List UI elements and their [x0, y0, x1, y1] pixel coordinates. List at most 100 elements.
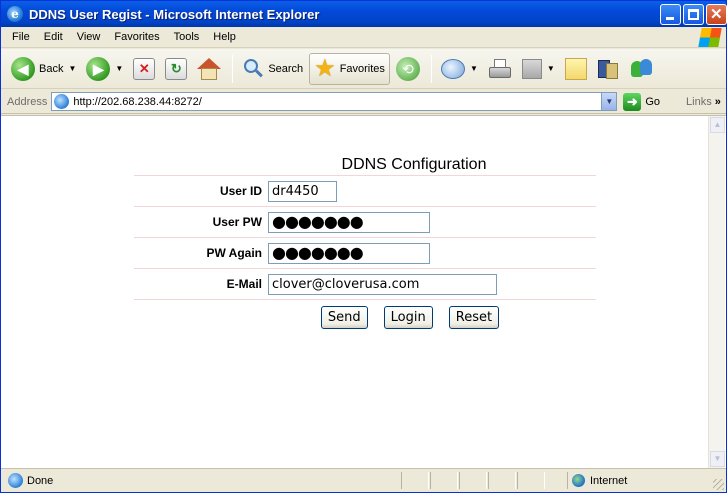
- favorites-button[interactable]: ★ Favorites: [309, 52, 390, 85]
- send-button[interactable]: Send: [320, 306, 368, 329]
- minimize-button[interactable]: [660, 4, 681, 25]
- email-field[interactable]: clover@cloverusa.com: [268, 273, 497, 295]
- home-button[interactable]: [193, 53, 225, 85]
- resize-grip-icon[interactable]: [713, 479, 724, 490]
- user-id-label: User ID: [219, 184, 262, 198]
- status-pane: [488, 472, 516, 489]
- address-input[interactable]: http://202.68.238.44:8272/ ▼: [51, 92, 618, 111]
- search-icon: [242, 58, 264, 80]
- menu-file[interactable]: File: [5, 31, 37, 43]
- title-bar[interactable]: e DDNS User Regist - Microsoft Internet …: [1, 1, 727, 27]
- page-status-icon: [8, 473, 23, 488]
- forward-button[interactable]: ▶ ▼: [82, 53, 127, 85]
- mail-icon: [440, 58, 465, 79]
- page-content: DDNS Configuration User ID dr4450 User P…: [1, 115, 726, 468]
- home-icon: [197, 57, 222, 80]
- status-panes: [401, 472, 546, 489]
- reset-button[interactable]: Reset: [448, 306, 500, 329]
- go-label: Go: [645, 95, 661, 108]
- print-icon: [488, 58, 512, 79]
- history-button[interactable]: ⟲: [392, 53, 424, 85]
- user-id-field[interactable]: dr4450: [268, 180, 337, 202]
- back-arrow-icon: ◀: [11, 56, 35, 81]
- favorites-label: Favorites: [339, 62, 385, 75]
- messenger-button[interactable]: [625, 53, 657, 85]
- address-dropdown-icon[interactable]: ▼: [601, 93, 617, 110]
- star-icon: ★: [314, 54, 336, 82]
- globe-icon: [572, 474, 585, 487]
- search-button[interactable]: Search: [238, 53, 307, 85]
- links-chevron-icon[interactable]: »: [715, 96, 721, 108]
- ie-logo-icon: e: [7, 6, 23, 22]
- maximize-button[interactable]: [683, 4, 704, 25]
- back-label: Back: [39, 62, 64, 75]
- form-buttons: Send Login Reset: [134, 306, 596, 329]
- windows-flag-icon: [698, 28, 722, 47]
- pw-again-field[interactable]: ●●●●●●●: [268, 242, 430, 264]
- toolbar-separator: [430, 54, 432, 83]
- edit-icon: [521, 58, 542, 79]
- refresh-icon: ↻: [165, 57, 188, 80]
- go-arrow-icon: ➜: [623, 92, 642, 111]
- maximize-icon: [688, 9, 699, 20]
- status-bar: Done Internet: [1, 468, 726, 492]
- ddns-form: DDNS Configuration User ID dr4450 User P…: [134, 154, 596, 329]
- scroll-up-icon[interactable]: ▲: [710, 117, 725, 133]
- links-label[interactable]: Links: [686, 96, 712, 108]
- status-pane: [430, 472, 458, 489]
- research-icon: [597, 58, 619, 80]
- zone-text: Internet: [590, 474, 628, 487]
- standard-toolbar: ◀ Back ▼ ▶ ▼ ✕ ↻ Search ★ Favorites ⟲ ▼ …: [1, 49, 726, 89]
- scroll-down-icon[interactable]: ▼: [710, 451, 725, 467]
- form-row-user-pw: User PW ●●●●●●●: [134, 207, 596, 238]
- form-row-email: E-Mail clover@cloverusa.com: [134, 269, 596, 300]
- menu-tools[interactable]: Tools: [167, 31, 207, 43]
- close-button[interactable]: ✕: [706, 4, 727, 25]
- toolbar-separator: [232, 54, 234, 83]
- stop-button[interactable]: ✕: [129, 53, 159, 85]
- print-button[interactable]: [484, 53, 516, 85]
- form-title: DDNS Configuration: [134, 154, 596, 176]
- email-label: E-Mail: [226, 277, 262, 291]
- history-icon: ⟲: [395, 56, 420, 81]
- edit-dropdown-icon[interactable]: ▼: [547, 64, 555, 73]
- back-button[interactable]: ◀ Back ▼: [7, 53, 80, 85]
- user-pw-label: User PW: [212, 215, 262, 229]
- form-row-pw-again: PW Again ●●●●●●●: [134, 238, 596, 269]
- menu-bar: File Edit View Favorites Tools Help: [1, 27, 726, 48]
- minimize-icon: [666, 17, 674, 20]
- address-url: http://202.68.238.44:8272/: [73, 95, 202, 108]
- status-text: Done: [27, 474, 54, 487]
- menu-edit[interactable]: Edit: [37, 31, 70, 43]
- user-pw-field[interactable]: ●●●●●●●: [268, 211, 430, 233]
- login-button[interactable]: Login: [383, 306, 433, 329]
- mail-dropdown-icon[interactable]: ▼: [470, 64, 478, 73]
- go-button[interactable]: ➜ Go: [623, 92, 661, 111]
- back-dropdown-icon[interactable]: ▼: [68, 64, 76, 73]
- refresh-button[interactable]: ↻: [161, 53, 191, 85]
- menu-help[interactable]: Help: [206, 31, 243, 43]
- status-pane: [401, 472, 429, 489]
- menu-view[interactable]: View: [70, 31, 108, 43]
- mail-button[interactable]: ▼: [437, 53, 482, 85]
- menu-favorites[interactable]: Favorites: [107, 31, 166, 43]
- research-button[interactable]: [593, 53, 623, 85]
- close-icon: ✕: [710, 6, 723, 23]
- status-pane: [517, 472, 545, 489]
- security-zone[interactable]: Internet: [567, 472, 721, 489]
- discuss-button[interactable]: [561, 53, 591, 85]
- form-row-user-id: User ID dr4450: [134, 176, 596, 207]
- status-pane: [459, 472, 487, 489]
- window-title: DDNS User Regist - Microsoft Internet Ex…: [29, 6, 320, 22]
- address-bar: Address http://202.68.238.44:8272/ ▼ ➜ G…: [1, 90, 726, 114]
- page-icon: [54, 94, 70, 109]
- pw-again-label: PW Again: [206, 246, 262, 260]
- forward-dropdown-icon[interactable]: ▼: [115, 64, 123, 73]
- browser-window: e DDNS User Regist - Microsoft Internet …: [0, 0, 727, 493]
- search-label: Search: [268, 62, 304, 75]
- edit-button[interactable]: ▼: [518, 53, 559, 85]
- discuss-icon: [564, 57, 587, 80]
- vertical-scrollbar[interactable]: ▲ ▼: [708, 116, 725, 468]
- address-label: Address: [7, 95, 48, 108]
- forward-arrow-icon: ▶: [86, 56, 111, 81]
